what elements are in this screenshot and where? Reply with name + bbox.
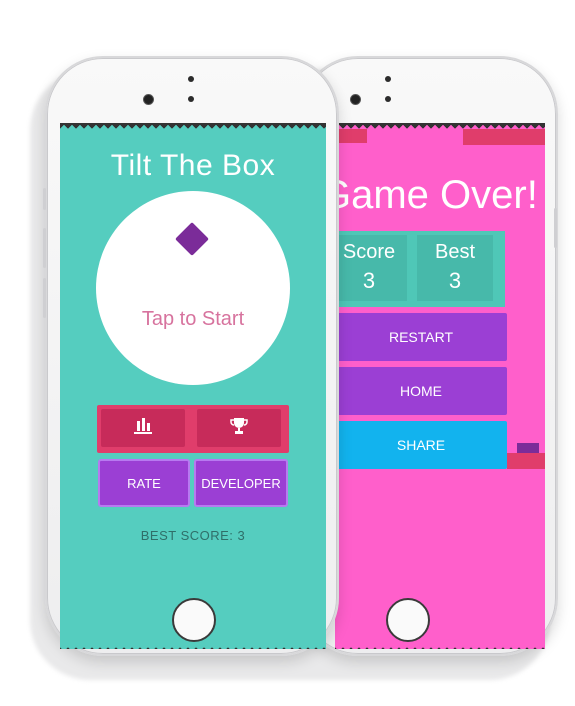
side-button — [554, 208, 557, 248]
start-screen: Tilt The Box Tap to Start RATE DEVELOPER… — [60, 123, 326, 649]
home-hardware-button[interactable] — [386, 598, 430, 642]
restart-button[interactable]: RESTART — [335, 313, 507, 361]
volume-down-button — [43, 278, 46, 318]
share-button[interactable]: SHARE — [335, 421, 507, 469]
player-box — [517, 443, 539, 453]
tap-to-start-circle[interactable] — [96, 191, 290, 385]
developer-button[interactable]: DEVELOPER — [194, 459, 288, 507]
bar-chart-icon — [133, 417, 153, 440]
rate-button[interactable]: RATE — [98, 459, 190, 507]
score-panel: Score 3 Best 3 — [335, 231, 505, 307]
sensor — [188, 96, 194, 102]
score-cell: Score 3 — [335, 235, 407, 301]
obstacle-block — [507, 453, 545, 469]
game-over-title: Game Over! — [335, 173, 538, 217]
speaker — [385, 76, 391, 82]
score-value: 3 — [362, 268, 376, 293]
game-over-screen: Game Over! Score 3 Best 3 RESTART HOME S… — [335, 123, 545, 649]
best-label: Best — [434, 241, 476, 263]
sensor — [385, 96, 391, 102]
obstacle-block — [335, 129, 367, 143]
spikes-bottom — [60, 641, 326, 649]
camera — [350, 94, 361, 105]
game-title: Tilt The Box — [110, 149, 276, 182]
home-hardware-button[interactable] — [172, 598, 216, 642]
phone-front: Tilt The Box Tap to Start RATE DEVELOPER… — [43, 56, 339, 656]
volume-up-button — [43, 228, 46, 268]
mute-switch — [43, 188, 46, 210]
speaker — [188, 76, 194, 82]
tap-to-start-label: Tap to Start — [141, 308, 245, 330]
spikes-top — [60, 123, 326, 131]
home-button[interactable]: HOME — [335, 367, 507, 415]
spikes-top — [335, 123, 545, 131]
obstacle-block — [463, 129, 545, 145]
spikes-bottom — [335, 641, 545, 649]
achievements-button[interactable] — [197, 409, 281, 447]
trophy-icon — [230, 417, 248, 440]
score-label: Score — [342, 241, 396, 263]
leaderboard-button[interactable] — [101, 409, 185, 447]
best-value: 3 — [448, 268, 462, 293]
best-score-label: BEST SCORE: 3 — [140, 528, 246, 543]
camera — [143, 94, 154, 105]
best-cell: Best 3 — [417, 235, 493, 301]
icon-button-bar — [97, 405, 289, 453]
